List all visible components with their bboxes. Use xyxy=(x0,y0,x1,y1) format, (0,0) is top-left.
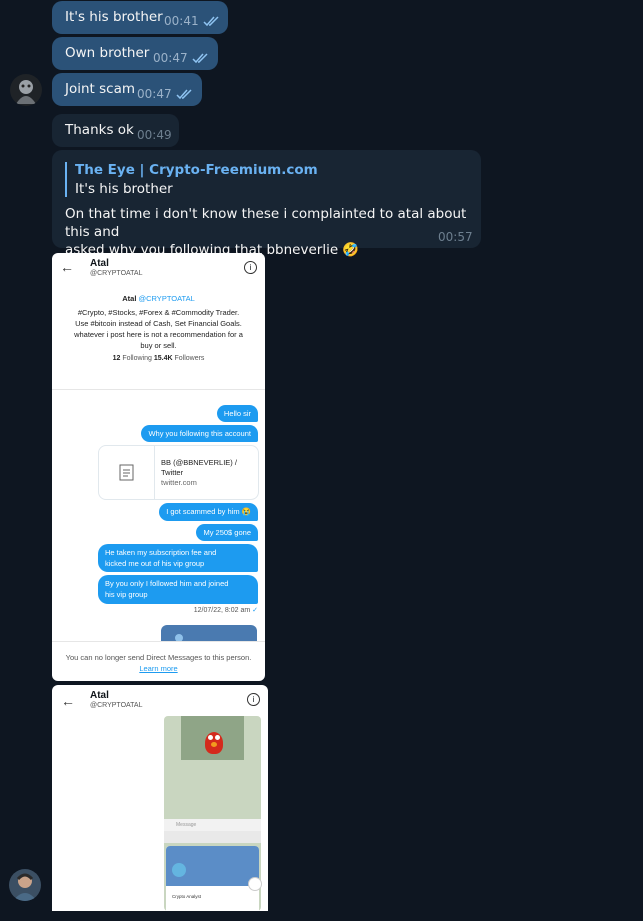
sender-avatar[interactable] xyxy=(10,74,42,106)
message-text: Joint scam xyxy=(65,81,136,97)
document-icon xyxy=(99,446,155,499)
dm-header: ← Atal @CRYPTOATAL i xyxy=(52,685,268,719)
dm-header-name: Atal xyxy=(90,690,109,701)
learn-more-link[interactable]: Learn more xyxy=(52,663,265,674)
message-text: Thanks ok xyxy=(65,122,134,138)
message-time: 00:41 xyxy=(164,14,199,28)
sticker-card xyxy=(181,716,244,760)
dm-header-handle: @CRYPTOATAL xyxy=(90,270,143,277)
read-check-icon xyxy=(203,16,219,27)
sender-avatar[interactable] xyxy=(9,869,41,901)
twitter-dm-screenshot-2[interactable]: ← Atal @CRYPTOATAL i Message Crypto Anal… xyxy=(52,685,268,911)
dm-timestamp: 12/07/22, 8:02 am ✓ xyxy=(194,606,258,614)
divider xyxy=(52,641,265,642)
twitter-dm-screenshot-1[interactable]: ← Atal @CRYPTOATAL i Atal @CRYPTOATAL #C… xyxy=(52,253,265,681)
telegram-inner-screen: Crypto Analyst xyxy=(166,846,262,911)
dm-line: He taken my subscription fee and xyxy=(105,548,217,557)
dm-bubble: Why you following this account xyxy=(141,425,258,442)
reply-text: On that time i don't know these i compla… xyxy=(65,205,485,259)
info-icon: i xyxy=(247,693,260,706)
dm-time: 12/07/22, 8:02 am xyxy=(193,607,251,614)
quoted-sender-name: The Eye | Crypto-Freemium.com xyxy=(75,162,318,178)
dm-footer: You can no longer send Direct Messages t… xyxy=(52,652,265,674)
bio-handle: @CRYPTOATAL xyxy=(138,294,195,303)
dm-bubble: Hello sir xyxy=(216,405,258,422)
inner-contact-name: Crypto Analyst xyxy=(172,894,202,899)
message-bubble[interactable]: It's his brother 00:41 xyxy=(52,1,228,34)
message-time: 00:47 xyxy=(153,51,188,65)
dm-header: ← Atal @CRYPTOATAL i xyxy=(52,253,265,287)
dm-line: kicked me out of his vip group xyxy=(105,559,205,568)
following-label: Following xyxy=(122,355,152,362)
back-arrow-icon: ← xyxy=(61,693,75,709)
divider xyxy=(52,389,265,390)
followers-count: 15.4K xyxy=(153,355,173,362)
following-count: 12 xyxy=(112,355,121,362)
card-title: BB (@BBNEVERLIE) / xyxy=(161,458,237,467)
dm-line: his vip group xyxy=(105,590,148,599)
bio-line: Use #bitcoin instead of Cash, Set Financ… xyxy=(75,319,242,328)
sent-check-icon: ✓ xyxy=(252,607,258,614)
card-domain: twitter.com xyxy=(161,478,197,487)
message-time: 00:49 xyxy=(137,128,172,142)
read-check-icon xyxy=(192,53,208,64)
bio-line: buy or sell. xyxy=(140,341,177,350)
message-text: Own brother xyxy=(65,45,150,61)
dm-header-handle: @CRYPTOATAL xyxy=(90,702,143,709)
message-time: 00:57 xyxy=(438,230,473,244)
dm-bubble: He taken my subscription fee and kicked … xyxy=(98,544,258,572)
info-icon: i xyxy=(244,261,257,274)
dm-header-name: Atal xyxy=(90,258,109,269)
profile-bio: Atal @CRYPTOATAL #Crypto, #Stocks, #Fore… xyxy=(52,293,265,364)
dm-bubble: I got scammed by him 😭 xyxy=(159,503,258,521)
dm-bubble: By you only I followed him and joined hi… xyxy=(98,575,258,604)
android-nav-bar xyxy=(164,831,261,843)
inner-input-placeholder: Message xyxy=(176,822,197,828)
quoted-text: It's his brother xyxy=(75,181,173,197)
image-attachment: Message Crypto Analyst xyxy=(164,716,262,911)
message-bubble[interactable]: Joint scam 00:47 xyxy=(52,73,202,106)
card-title: Twitter xyxy=(161,468,184,477)
reply-line-1: On that time i don't know these i compla… xyxy=(65,206,467,240)
dm-closed-notice: You can no longer send Direct Messages t… xyxy=(65,653,252,662)
dm-bubble: My 250$ gone xyxy=(196,524,258,541)
link-card: BB (@BBNEVERLIE) / Twitter twitter.com xyxy=(98,445,259,500)
contact-avatar xyxy=(172,863,186,877)
dm-line: By you only I followed him and joined xyxy=(105,579,229,588)
message-bubble[interactable]: Thanks ok 00:49 xyxy=(52,114,179,147)
message-text: It's his brother xyxy=(65,9,163,25)
image-attachment xyxy=(161,625,257,642)
message-time: 00:47 xyxy=(137,87,172,101)
bio-name: Atal xyxy=(122,294,137,303)
read-check-icon xyxy=(176,89,192,100)
reply-message-bubble[interactable]: The Eye | Crypto-Freemium.com It's his b… xyxy=(52,150,481,258)
followers-label: Followers xyxy=(174,355,205,362)
bio-line: whatever i post here is not a recommenda… xyxy=(74,330,243,339)
rofl-emoji: 🤣 xyxy=(342,242,360,258)
message-input-bar: Message xyxy=(164,819,261,831)
message-bubble[interactable]: Own brother 00:47 xyxy=(52,37,218,70)
back-arrow-icon: ← xyxy=(60,259,74,275)
bio-line: #Crypto, #Stocks, #Forex & #Commodity Tr… xyxy=(77,308,240,317)
quoted-message[interactable]: The Eye | Crypto-Freemium.com It's his b… xyxy=(65,162,318,197)
